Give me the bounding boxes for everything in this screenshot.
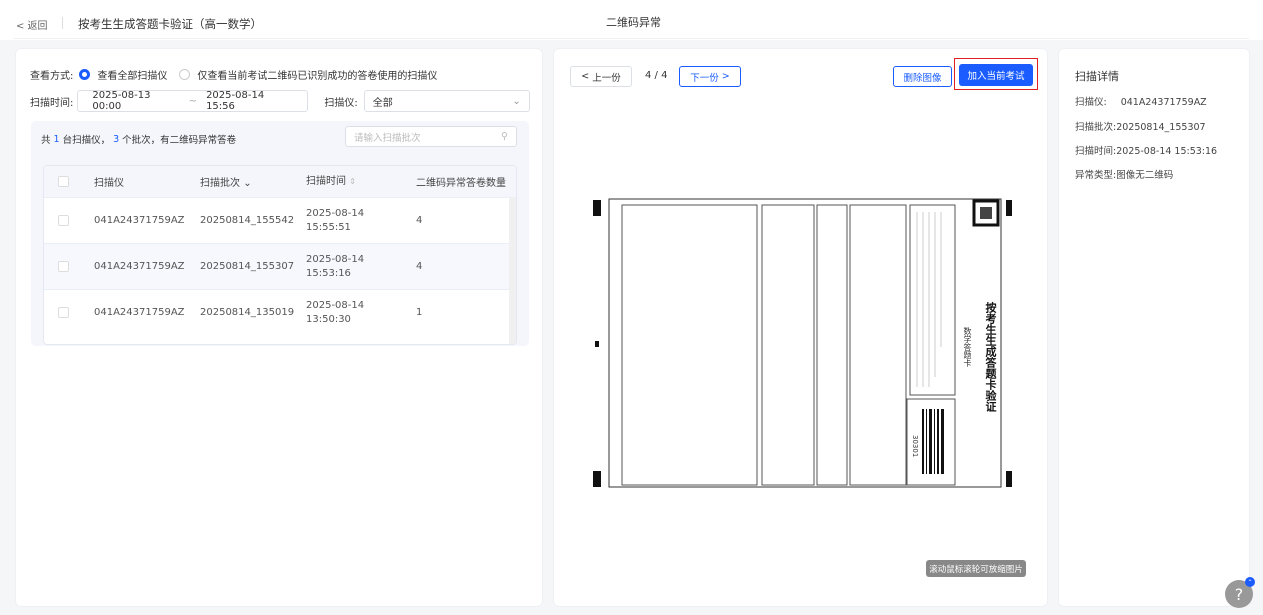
scanner-select[interactable]: 全部 ⌄	[363, 90, 530, 112]
detail-value: 2025-08-14 15:53:16	[1116, 146, 1218, 157]
select-all-checkbox[interactable]	[58, 176, 69, 187]
cell-date: 2025-08-14	[306, 207, 365, 219]
sheet-code: 30301	[911, 435, 919, 458]
cell-clock: 15:53:16	[306, 267, 351, 279]
summary-part: 个批次，有二维码异常答卷	[122, 135, 237, 146]
next-button[interactable]: 下一份 >	[679, 66, 741, 87]
answer-sheet-drawing	[593, 198, 1012, 488]
search-placeholder: 请输入扫描批次	[354, 132, 421, 144]
detail-time: 扫描时间:2025-08-14 15:53:16	[1075, 143, 1217, 157]
back-link[interactable]: < 返回	[16, 17, 48, 32]
scan-details-panel: 扫描详情 扫描仪: 041A24371759AZ 扫描批次:20250814_15…	[1058, 48, 1250, 607]
detail-label: 扫描时间:	[1075, 146, 1117, 157]
col-time-label: 扫描时间	[306, 175, 346, 187]
col-batch[interactable]: 扫描批次 ⌄	[200, 174, 306, 189]
image-viewer-panel: < 上一份 4 / 4 下一份 > 删除图像 加入当前考试 按考生生成答题卡验证…	[553, 48, 1048, 607]
radio-success-scanners[interactable]	[179, 69, 191, 80]
table-header: 扫描仪 扫描批次 ⌄ 扫描时间 ⇕ 二维码异常答卷数量	[44, 166, 516, 197]
batch-count: 3	[113, 133, 120, 145]
prev-label: 上一份	[592, 72, 621, 84]
time-sep: ~	[188, 95, 198, 107]
detail-label: 扫描仪:	[1075, 97, 1107, 108]
batch-search-input[interactable]: 请输入扫描批次 ⚲	[345, 126, 517, 147]
detail-value: 041A24371759AZ	[1120, 97, 1207, 108]
filter-panel: 查看方式: 查看全部扫描仪 仅查看当前考试二维码已识别成功的答卷使用的扫描仪 扫…	[15, 48, 543, 607]
detail-scanner: 扫描仪: 041A24371759AZ	[1075, 94, 1207, 108]
detail-label: 扫描批次:	[1075, 122, 1117, 133]
sheet-subtitle: 数学答题卡	[963, 327, 972, 367]
radio-success-label[interactable]: 仅查看当前考试二维码已识别成功的答卷使用的扫描仪	[197, 67, 437, 82]
chevron-up-icon[interactable]: ⌃	[1245, 577, 1255, 587]
radio-all-scanners[interactable]	[79, 69, 91, 80]
search-icon[interactable]: ⚲	[501, 131, 508, 142]
time-end[interactable]: 2025-08-14 15:56	[206, 90, 293, 112]
time-start[interactable]: 2025-08-13 00:00	[92, 90, 179, 112]
help-button[interactable]: ? ⌃	[1225, 577, 1255, 608]
col-count: 二维码异常答卷数量	[416, 178, 506, 189]
sort-desc-icon[interactable]: ⌄	[243, 178, 251, 189]
zoom-tooltip: 滚动鼠标滚轮可放缩图片	[926, 560, 1026, 577]
view-mode-label: 查看方式:	[30, 71, 74, 82]
divider	[14, 38, 1249, 39]
summary-text: 共 1 台扫描仪， 3 个批次，有二维码异常答卷	[41, 132, 237, 147]
sheet-title: 按考生生成答题卡验证	[984, 302, 997, 412]
scanner-count: 1	[53, 133, 60, 145]
detail-value: 图像无二维码	[1116, 170, 1174, 181]
cell-scanner: 041A24371759AZ	[94, 215, 185, 226]
cell-count: 1	[416, 307, 423, 318]
col-batch-label: 扫描批次	[200, 178, 240, 189]
cell-batch: 20250814_155542	[200, 215, 295, 226]
cell-batch: 20250814_155307	[200, 261, 295, 272]
detail-type: 异常类型:图像无二维码	[1075, 167, 1173, 181]
cell-scanner: 041A24371759AZ	[94, 307, 185, 318]
col-scanner: 扫描仪	[94, 178, 124, 189]
detail-value: 20250814_155307	[1116, 122, 1206, 133]
cell-count: 4	[416, 215, 423, 226]
detail-batch: 扫描批次:20250814_155307	[1075, 119, 1206, 133]
next-label: 下一份	[690, 72, 719, 84]
table-row[interactable]: 041A24371759AZ 20250814_155307 2025-08-1…	[44, 243, 516, 289]
cell-clock: 15:55:51	[306, 221, 351, 233]
cell-date: 2025-08-14	[306, 299, 365, 311]
cell-batch: 20250814_135019	[200, 307, 295, 318]
cell-scanner: 041A24371759AZ	[94, 261, 185, 272]
summary-part: 台扫描仪，	[62, 135, 111, 146]
detail-label: 异常类型:	[1075, 170, 1117, 181]
details-title: 扫描详情	[1075, 70, 1119, 83]
answer-sheet-image[interactable]: 按考生生成答题卡验证 数学答题卡 30301	[592, 197, 1012, 489]
cell-time: 2025-08-14 13:50:30	[306, 299, 416, 327]
time-label: 扫描时间:	[30, 97, 74, 109]
row-checkbox[interactable]	[58, 307, 69, 318]
divider	[62, 17, 63, 29]
cell-time: 2025-08-14 15:55:51	[306, 207, 416, 235]
cell-count: 4	[416, 261, 423, 272]
table-scrollbar[interactable]	[509, 197, 516, 344]
sort-icon[interactable]: ⇕	[349, 177, 356, 186]
batch-list-container: 共 1 台扫描仪， 3 个批次，有二维码异常答卷 请输入扫描批次 ⚲ 扫描仪 扫…	[31, 121, 529, 346]
batch-table: 扫描仪 扫描批次 ⌄ 扫描时间 ⇕ 二维码异常答卷数量 041A24371759…	[43, 165, 517, 345]
cell-date: 2025-08-14	[306, 253, 365, 265]
radio-all-label[interactable]: 查看全部扫描仪	[97, 67, 167, 82]
add-to-exam-button[interactable]: 加入当前考试	[959, 64, 1033, 86]
delete-image-button[interactable]: 删除图像	[893, 66, 952, 87]
help-icon: ?	[1234, 584, 1244, 604]
section-title: 二维码异常	[606, 16, 661, 29]
page-indicator: 4 / 4	[645, 70, 668, 81]
summary-part: 共	[41, 135, 51, 146]
top-bar: < 返回 按考生生成答题卡验证（高一数学） 二维码异常	[0, 0, 1263, 40]
page-title: 按考生生成答题卡验证（高一数学）	[78, 17, 262, 31]
time-range-picker[interactable]: 2025-08-13 00:00 ~ 2025-08-14 15:56	[77, 90, 309, 112]
row-checkbox[interactable]	[58, 261, 69, 272]
scanner-label: 扫描仪:	[324, 97, 358, 109]
scanner-select-value: 全部	[372, 97, 393, 109]
cell-clock: 13:50:30	[306, 313, 351, 325]
col-time[interactable]: 扫描时间 ⇕	[306, 175, 416, 189]
table-row[interactable]: 041A24371759AZ 20250814_155542 2025-08-1…	[44, 197, 516, 243]
chevron-down-icon: ⌄	[512, 95, 521, 107]
row-checkbox[interactable]	[58, 215, 69, 226]
prev-button[interactable]: < 上一份	[570, 66, 632, 87]
table-row[interactable]: 041A24371759AZ 20250814_135019 2025-08-1…	[44, 289, 516, 335]
cell-time: 2025-08-14 15:53:16	[306, 253, 416, 281]
